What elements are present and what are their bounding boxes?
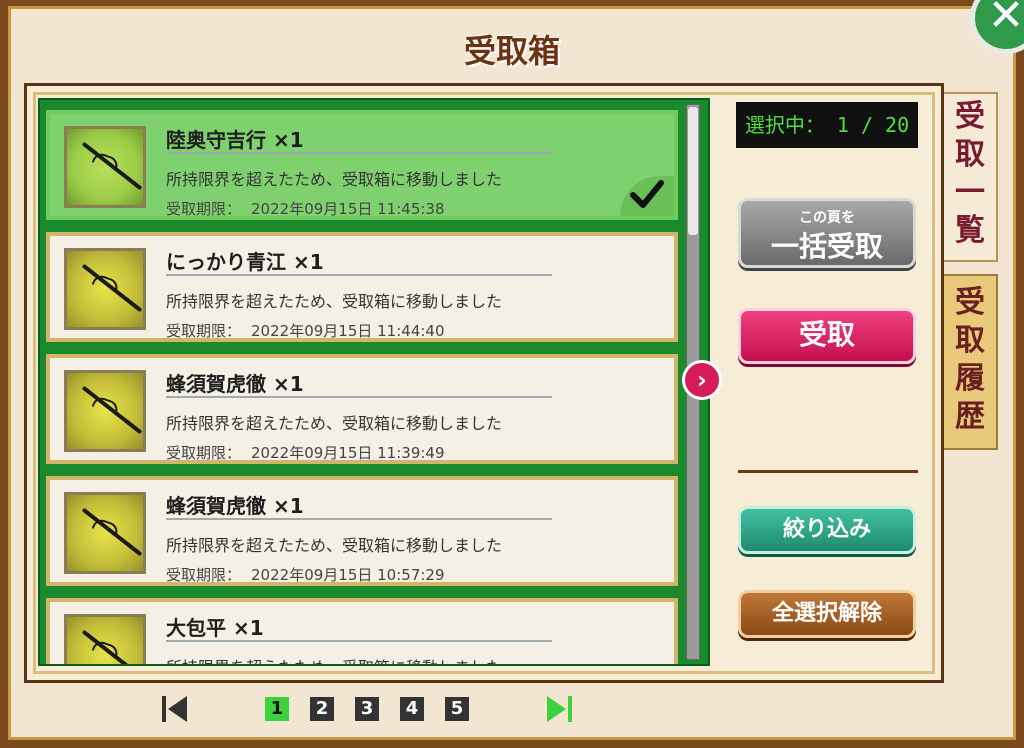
window-title: 受取箱 <box>463 32 560 70</box>
item-deadline: 受取期限： 2022年09月15日 10:57:29 <box>166 564 445 585</box>
divider <box>738 470 918 473</box>
deadline-value: 2022年09月15日 11:44:40 <box>251 322 445 340</box>
deadline-label: 受取期限： <box>166 322 242 340</box>
tab-receive-history[interactable]: 受取履歴 <box>944 274 998 450</box>
item-deadline: 受取期限： 2022年09月15日 11:44:40 <box>166 320 445 341</box>
sword-thumbnail <box>64 248 146 330</box>
divider <box>166 396 552 398</box>
sword-thumbnail <box>64 126 146 208</box>
tab-receive-list[interactable]: 受取一覧 <box>944 92 998 262</box>
item-name: にっかり青江 ×1 <box>166 250 324 274</box>
list-item[interactable]: 大包平 ×1 所持限界を超えたため、受取箱に移動しました <box>46 598 678 664</box>
selection-counter: 選択中： 1 / 20 <box>736 102 918 148</box>
list-item[interactable]: 蜂須賀虎徹 ×1 所持限界を超えたため、受取箱に移動しました 受取期限： 2022… <box>46 476 678 586</box>
list-item[interactable]: 蜂須賀虎徹 ×1 所持限界を超えたため、受取箱に移動しました 受取期限： 2022… <box>46 354 678 464</box>
sword-thumbnail <box>64 614 146 664</box>
counter-value: 1 / 20 <box>836 113 910 137</box>
clear-selection-button[interactable]: 全選択解除 <box>738 590 916 638</box>
item-name: 陸奥守吉行 ×1 <box>166 128 304 152</box>
list-item[interactable]: 陸奥守吉行 ×1 所持限界を超えたため、受取箱に移動しました 受取期限： 2022… <box>46 110 678 220</box>
deadline-label: 受取期限： <box>166 200 242 218</box>
bulk-receive-sub-label: この頁を <box>799 210 855 226</box>
filter-button[interactable]: 絞り込み <box>738 506 916 554</box>
receive-button[interactable]: 受取 <box>738 308 916 364</box>
last-page-icon[interactable] <box>544 694 574 724</box>
sword-thumbnail <box>64 370 146 452</box>
page-number[interactable]: 5 <box>445 697 469 721</box>
item-list[interactable]: 陸奥守吉行 ×1 所持限界を超えたため、受取箱に移動しました 受取期限： 2022… <box>38 98 710 666</box>
page-number[interactable]: 1 <box>265 697 289 721</box>
divider <box>166 640 552 642</box>
page-number[interactable]: 2 <box>310 697 334 721</box>
item-name: 蜂須賀虎徹 ×1 <box>166 372 304 396</box>
first-page-icon[interactable] <box>160 694 190 724</box>
divider <box>166 518 552 520</box>
item-message: 所持限界を超えたため、受取箱に移動しました <box>166 170 503 189</box>
list-item[interactable]: にっかり青江 ×1 所持限界を超えたため、受取箱に移動しました 受取期限： 202… <box>46 232 678 342</box>
item-deadline: 受取期限： 2022年09月15日 11:45:38 <box>166 198 445 219</box>
counter-label: 選択中： <box>744 113 825 137</box>
item-message: 所持限界を超えたため、受取箱に移動しました <box>166 414 503 433</box>
sword-thumbnail <box>64 492 146 574</box>
page-number[interactable]: 3 <box>355 697 379 721</box>
item-message: 所持限界を超えたため、受取箱に移動しました <box>166 654 502 664</box>
page-number[interactable]: 4 <box>400 697 424 721</box>
item-message: 所持限界を超えたため、受取箱に移動しました <box>166 536 503 555</box>
deadline-label: 受取期限： <box>166 566 242 584</box>
chevron-right-icon[interactable]: › <box>682 360 722 400</box>
divider <box>166 274 552 276</box>
item-name: 大包平 ×1 <box>166 616 264 640</box>
bulk-receive-page-button[interactable]: この頁を 一括受取 <box>738 198 916 268</box>
deadline-value: 2022年09月15日 11:39:49 <box>251 444 445 462</box>
divider <box>166 152 552 154</box>
check-icon <box>620 176 674 216</box>
deadline-value: 2022年09月15日 10:57:29 <box>251 566 445 584</box>
deadline-value: 2022年09月15日 11:45:38 <box>251 200 445 218</box>
deadline-label: 受取期限： <box>166 444 242 462</box>
scroll-thumb[interactable] <box>688 107 698 235</box>
item-deadline: 受取期限： 2022年09月15日 11:39:49 <box>166 442 445 463</box>
bulk-receive-label: 一括受取 <box>770 230 883 263</box>
close-icon: ✕ <box>987 0 1024 41</box>
item-name: 蜂須賀虎徹 ×1 <box>166 494 304 518</box>
item-message: 所持限界を超えたため、受取箱に移動しました <box>166 292 503 311</box>
